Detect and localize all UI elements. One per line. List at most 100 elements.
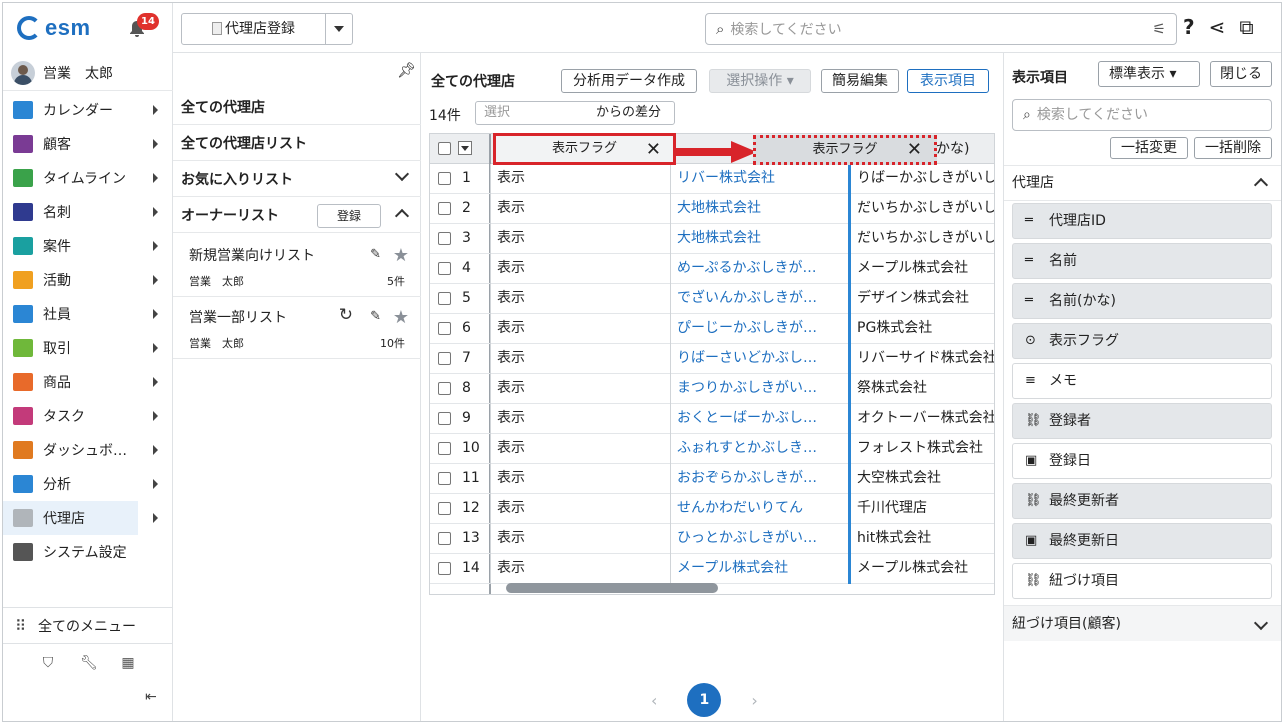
row-checkbox[interactable] — [438, 292, 451, 305]
list-owner[interactable]: オーナーリスト — [173, 197, 421, 233]
row-checkbox[interactable] — [438, 562, 451, 575]
table-row[interactable]: 7 表示 りばーさいどかぶし… リバーサイド株式会社 — [430, 344, 994, 374]
collapse-menu-icon[interactable]: ⇤ — [145, 689, 157, 705]
cell-name-link[interactable]: ぴーじーかぶしきが… — [670, 314, 848, 344]
select-action-button[interactable]: 選択操作 ▾ — [709, 69, 811, 93]
row-checkbox[interactable] — [438, 532, 451, 545]
cell-name-link[interactable]: 大地株式会社 — [670, 194, 848, 224]
prev-page-icon[interactable]: ‹ — [651, 691, 657, 710]
row-checkbox[interactable] — [438, 442, 451, 455]
table-row[interactable]: 1 表示 リバー株式会社 りばーかぶしきがいし — [430, 164, 994, 194]
row-checkbox[interactable] — [438, 202, 451, 215]
star-icon[interactable]: ★ — [393, 245, 409, 266]
table-row[interactable]: 12 表示 せんかわだいりてん 千川代理店 — [430, 494, 994, 524]
cell-name-link[interactable]: りばーさいどかぶし… — [670, 344, 848, 374]
sidebar-item[interactable]: 活動 — [3, 263, 173, 297]
diff-select[interactable]: 選択 からの差分 — [475, 101, 675, 125]
row-checkbox[interactable] — [438, 472, 451, 485]
help-icon[interactable]: ? — [1183, 15, 1195, 39]
page-1-button[interactable]: 1 — [687, 683, 722, 717]
list-favorites[interactable]: お気に入りリスト — [173, 161, 421, 197]
wrench-icon[interactable]: 🔧︎ — [80, 655, 98, 671]
sidebar-item[interactable]: 商品 — [3, 365, 173, 399]
cell-name-link[interactable]: ふぉれすとかぶしき… — [670, 434, 848, 464]
header-menu-button[interactable] — [458, 141, 472, 155]
horizontal-scrollbar[interactable] — [506, 583, 718, 593]
cell-name-link[interactable]: メープル株式会社 — [670, 554, 848, 584]
cell-name-link[interactable]: おおぞらかぶしきが… — [670, 464, 848, 494]
list-card[interactable]: 新規営業向けリスト 営業 太郎 5件 ✎ ★ — [173, 235, 421, 297]
table-row[interactable]: 3 表示 大地株式会社 だいちかぶしきがいし — [430, 224, 994, 254]
field-item[interactable]: ═ 代理店ID — [1012, 203, 1272, 239]
sidebar-item[interactable]: 代理店 — [3, 501, 158, 535]
row-checkbox[interactable] — [438, 262, 451, 275]
select-all-checkbox[interactable] — [438, 142, 451, 155]
table-row[interactable]: 13 表示 ひっとかぶしきがい… hit株式会社 — [430, 524, 994, 554]
cell-name-link[interactable]: 大地株式会社 — [670, 224, 848, 254]
cell-name-link[interactable]: めーぷるかぶしきが… — [670, 254, 848, 284]
field-item[interactable]: ═ 名前(かな) — [1012, 283, 1272, 319]
sidebar-item[interactable]: 名刺 — [3, 195, 173, 229]
table-row[interactable]: 8 表示 まつりかぶしきがい… 祭株式会社 — [430, 374, 994, 404]
panel-search-input[interactable]: ⌕ 検索してください — [1012, 99, 1272, 131]
table-row[interactable]: 11 表示 おおぞらかぶしきが… 大空株式会社 — [430, 464, 994, 494]
quick-edit-button[interactable]: 簡易編集 — [821, 69, 899, 93]
cell-name-link[interactable]: ひっとかぶしきがい… — [670, 524, 848, 554]
table-row[interactable]: 6 表示 ぴーじーかぶしきが… PG株式会社 — [430, 314, 994, 344]
register-agency-button[interactable]: 代理店登録 — [181, 13, 353, 45]
cell-name-link[interactable]: リバー株式会社 — [670, 164, 848, 194]
cell-name-link[interactable]: まつりかぶしきがい… — [670, 374, 848, 404]
field-item[interactable]: ▣ 最終更新日 — [1012, 523, 1272, 559]
column-header-kana[interactable]: かな) — [936, 134, 969, 164]
sidebar-item[interactable]: ダッシュボ… — [3, 433, 173, 467]
field-item[interactable]: ▣ 登録日 — [1012, 443, 1272, 479]
display-mode-select[interactable]: 標準表示 ▾ — [1098, 61, 1200, 87]
filter-icon[interactable]: ⚟ — [1153, 20, 1166, 38]
field-item[interactable]: ⛓ 登録者 — [1012, 403, 1272, 439]
row-checkbox[interactable] — [438, 352, 451, 365]
film-icon[interactable]: ▦ — [120, 655, 136, 671]
register-dropdown-button[interactable] — [326, 14, 352, 44]
esm-logo[interactable]: esm — [17, 15, 91, 41]
field-item[interactable]: ⛓ 最終更新者 — [1012, 483, 1272, 519]
table-row[interactable]: 14 表示 メープル株式会社 メープル株式会社 — [430, 554, 994, 584]
edit-icon[interactable]: ✎ — [370, 309, 381, 324]
field-item[interactable]: ≡ メモ — [1012, 363, 1272, 399]
field-item[interactable]: ⛓ 紐づけ項目 — [1012, 563, 1272, 599]
section-linked-customer[interactable]: 紐づけ項目(顧客) — [1004, 605, 1281, 641]
global-search-input[interactable]: ⌕ 検索してください ⚟ — [705, 13, 1177, 45]
row-checkbox[interactable] — [438, 412, 451, 425]
table-row[interactable]: 2 表示 大地株式会社 だいちかぶしきがいし — [430, 194, 994, 224]
sidebar-item[interactable]: タイムライン — [3, 161, 173, 195]
table-row[interactable]: 4 表示 めーぷるかぶしきが… メープル株式会社 — [430, 254, 994, 284]
field-item[interactable]: ⊙ 表示フラグ — [1012, 323, 1272, 359]
register-agency-label[interactable]: 代理店登録 — [182, 14, 326, 44]
column-header-flag[interactable]: 表示フラグ ✕ — [493, 133, 676, 165]
all-menu-button[interactable]: ⠿ 全てのメニュー — [3, 608, 173, 644]
remove-column-icon[interactable]: ✕ — [646, 139, 661, 160]
table-row[interactable]: 5 表示 でざいんかぶしきが… デザイン株式会社 — [430, 284, 994, 314]
sidebar-item[interactable]: 顧客 — [3, 127, 173, 161]
register-list-button[interactable]: 登録 — [317, 204, 381, 228]
row-checkbox[interactable] — [438, 502, 451, 515]
analysis-data-button[interactable]: 分析用データ作成 — [561, 69, 697, 93]
list-card[interactable]: 営業一部リスト 営業 太郎 10件 ↻ ✎ ★ — [173, 297, 421, 359]
cell-name-link[interactable]: おくとーばーかぶし… — [670, 404, 848, 434]
field-item[interactable]: ═ 名前 — [1012, 243, 1272, 279]
table-row[interactable]: 9 表示 おくとーばーかぶし… オクトーバー株式会社 — [430, 404, 994, 434]
close-panel-button[interactable]: 閉じる — [1210, 61, 1272, 87]
section-agency[interactable]: 代理店 — [1004, 165, 1281, 201]
pin-icon[interactable]: 📌︎ — [397, 61, 416, 79]
edit-icon[interactable]: ✎ — [370, 247, 381, 262]
list-all-agencies[interactable]: 全ての代理店 — [173, 89, 421, 125]
sidebar-item[interactable]: 社員 — [3, 297, 173, 331]
star-icon[interactable]: ★ — [393, 307, 409, 328]
bookmark-icon[interactable]: ⛉ — [40, 655, 56, 671]
row-checkbox[interactable] — [438, 382, 451, 395]
row-checkbox[interactable] — [438, 232, 451, 245]
sidebar-item[interactable]: タスク — [3, 399, 173, 433]
user-profile[interactable]: 営業 太郎 — [3, 55, 173, 91]
row-checkbox[interactable] — [438, 322, 451, 335]
cell-name-link[interactable]: でざいんかぶしきが… — [670, 284, 848, 314]
sidebar-item[interactable]: 取引 — [3, 331, 173, 365]
